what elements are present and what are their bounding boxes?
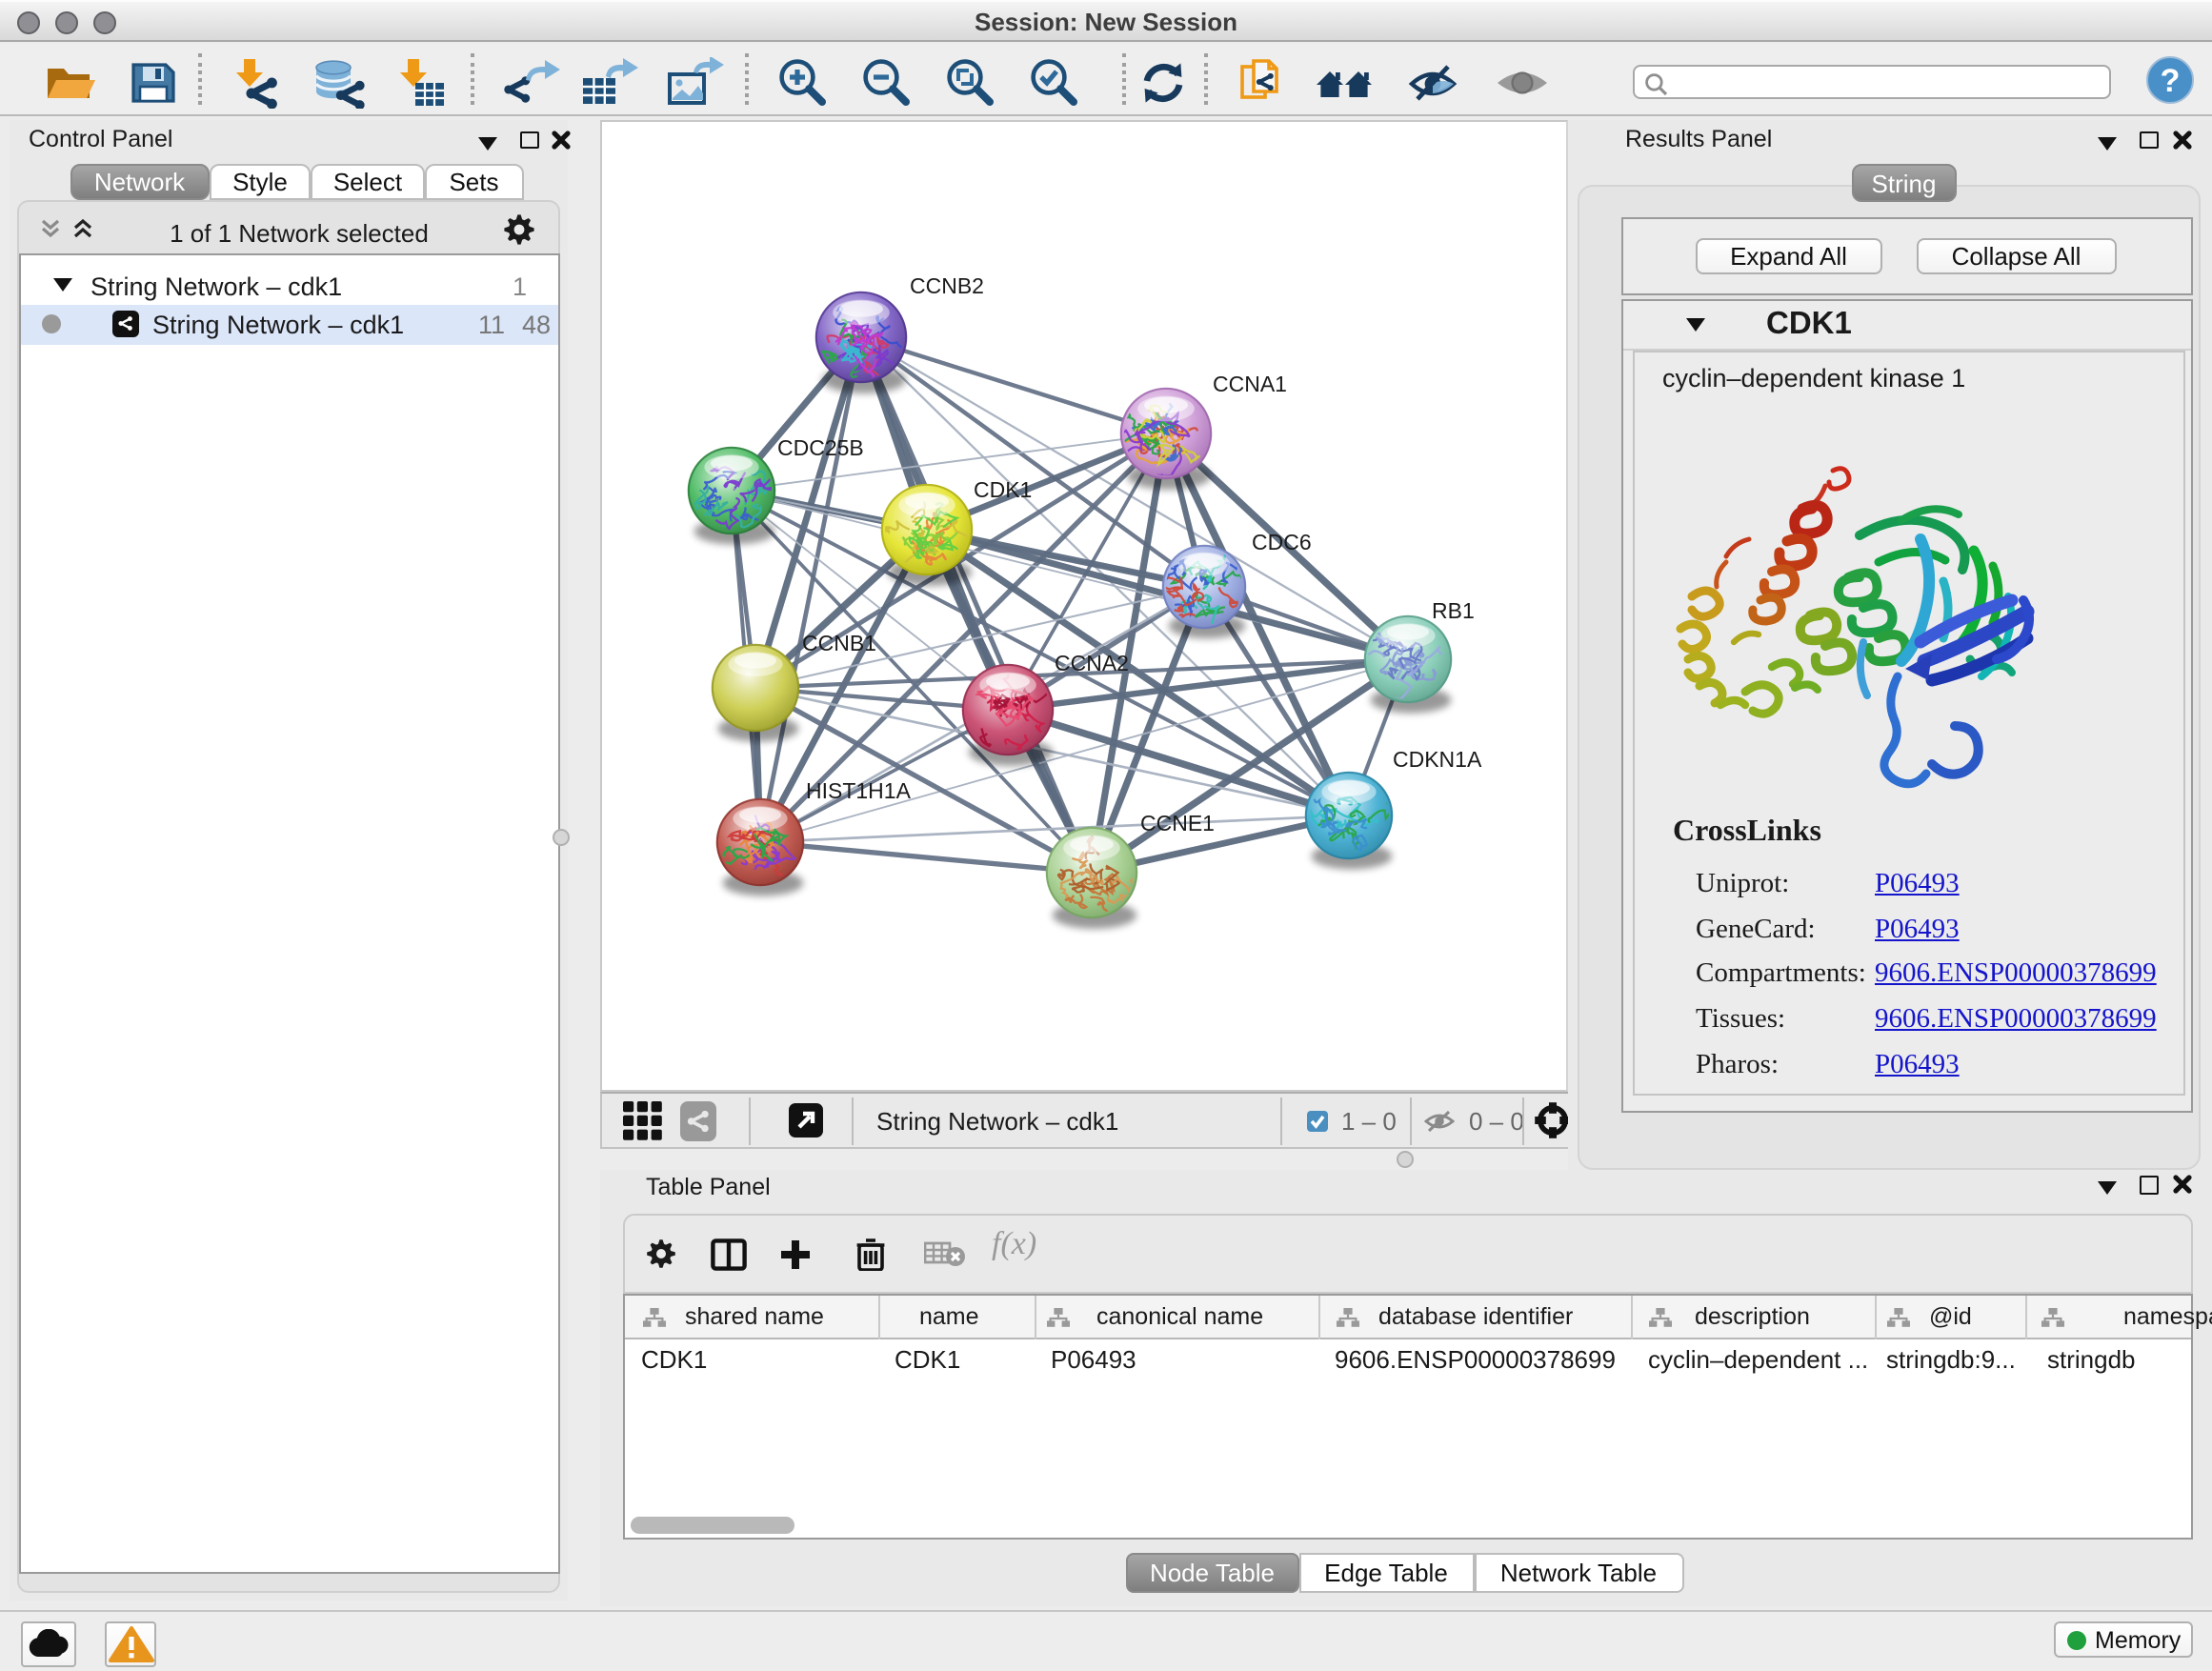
svg-text:CDKN1A: CDKN1A [1393,746,1482,771]
svg-text:CCNA2: CCNA2 [1055,650,1129,674]
svg-text:CCNE1: CCNE1 [1140,810,1215,835]
svg-text:CDK1: CDK1 [974,476,1032,501]
svg-text:?: ? [2161,63,2181,99]
svg-text:CDC25B: CDC25B [777,434,864,459]
svg-text:CCNA1: CCNA1 [1213,371,1287,395]
svg-text:CCNB2: CCNB2 [910,272,984,297]
svg-text:RB1: RB1 [1432,597,1475,622]
svg-text:CCNB1: CCNB1 [802,630,876,654]
svg-text:CDC6: CDC6 [1252,529,1312,554]
svg-text:HIST1H1A: HIST1H1A [806,777,912,802]
